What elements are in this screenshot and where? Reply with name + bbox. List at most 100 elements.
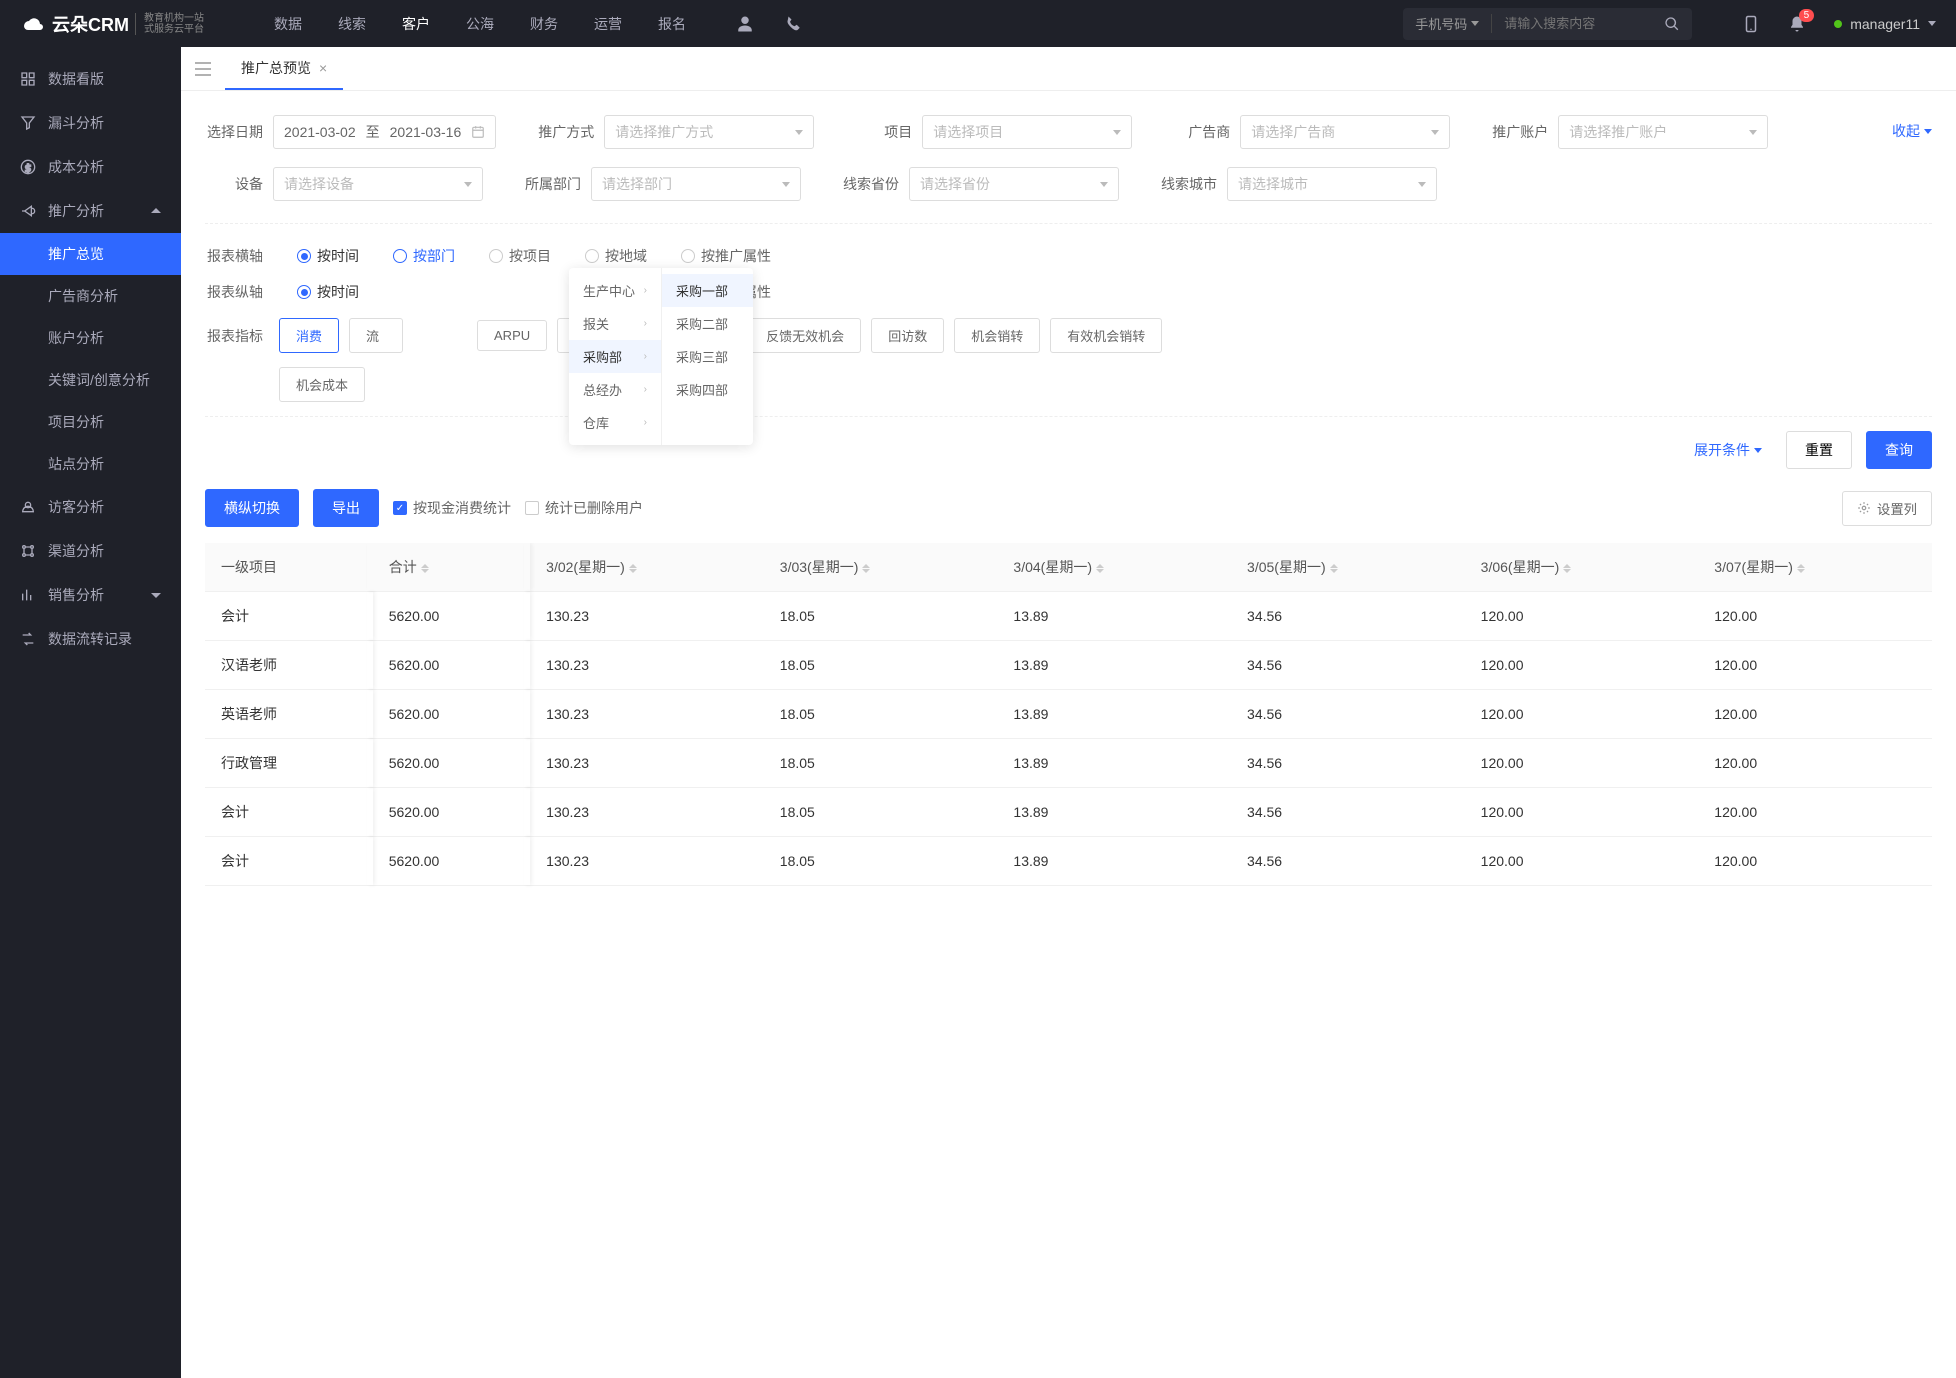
table-cell: 会计 xyxy=(205,837,373,886)
tab-overview[interactable]: 推广总预览 × xyxy=(225,47,343,90)
project-select[interactable]: 请选择项目 xyxy=(922,115,1132,149)
column-header[interactable]: 3/06(星期一) xyxy=(1465,543,1699,592)
brand-sub: 教育机构一站 式服务云平台 xyxy=(135,13,204,35)
metric-flow[interactable]: 流 xyxy=(349,318,403,353)
search-type-select[interactable]: 手机号码 xyxy=(1403,14,1492,33)
table-cell: 120.00 xyxy=(1698,739,1932,788)
search-input[interactable] xyxy=(1492,16,1652,31)
column-header[interactable]: 3/04(星期一) xyxy=(997,543,1231,592)
city-select[interactable]: 请选择城市 xyxy=(1227,167,1437,201)
cascader-item[interactable]: 采购部› xyxy=(569,340,661,373)
tab-label: 推广总预览 xyxy=(241,58,311,78)
metric-convert[interactable]: 机会销转 xyxy=(954,318,1040,353)
topnav-item[interactable]: 公海 xyxy=(466,14,494,34)
phone-icon[interactable] xyxy=(784,15,802,33)
notifications[interactable]: 5 xyxy=(1788,15,1806,33)
table-cell: 5620.00 xyxy=(373,592,530,641)
device-select[interactable]: 请选择设备 xyxy=(273,167,483,201)
sort-icon xyxy=(421,564,429,573)
table-toolbar: 横纵切换 导出 按现金消费统计 统计已删除用户 设置列 xyxy=(181,489,1956,543)
sidebar-item[interactable]: 数据流转记录 xyxy=(0,617,181,661)
tab-close-icon[interactable]: × xyxy=(319,60,327,76)
sidebar-sub-item[interactable]: 关键词/创意分析 xyxy=(48,359,181,401)
account-label: 推广账户 xyxy=(1490,122,1548,142)
sidebar-toggle[interactable] xyxy=(181,62,225,76)
sidebar-item[interactable]: 成本分析 xyxy=(0,145,181,189)
column-header[interactable]: 3/07(星期一) xyxy=(1698,543,1932,592)
metric-revisit[interactable]: 回访数 xyxy=(871,318,944,353)
sidebar-sub-item[interactable]: 账户分析 xyxy=(48,317,181,359)
h-axis-time[interactable]: 按时间 xyxy=(297,246,359,266)
collapse-filters[interactable]: 收起 xyxy=(1892,121,1932,141)
cascader-item[interactable]: 采购四部 xyxy=(662,373,753,406)
column-header[interactable]: 3/02(星期一) xyxy=(530,543,764,592)
v-axis-time[interactable]: 按时间 xyxy=(297,282,359,302)
column-settings-button[interactable]: 设置列 xyxy=(1842,491,1932,526)
h-axis-project[interactable]: 按项目 xyxy=(489,246,551,266)
export-button[interactable]: 导出 xyxy=(313,489,379,527)
sidebar-item[interactable]: 数据看版 xyxy=(0,57,181,101)
sidebar-item[interactable]: 访客分析 xyxy=(0,485,181,529)
column-header[interactable]: 合计 xyxy=(373,543,530,592)
h-axis-dept[interactable]: 按部门 xyxy=(393,246,455,266)
topnav-item[interactable]: 客户 xyxy=(402,14,430,34)
user-menu[interactable]: manager11 xyxy=(1834,16,1936,32)
sidebar-item[interactable]: 漏斗分析 xyxy=(0,101,181,145)
chevron-right-icon: › xyxy=(644,351,647,362)
column-header[interactable]: 3/03(星期一) xyxy=(764,543,998,592)
h-axis-attr[interactable]: 按推广属性 xyxy=(681,246,771,266)
topnav-item[interactable]: 数据 xyxy=(274,14,302,34)
metric-opp-cost[interactable]: 机会成本 xyxy=(279,367,365,402)
username: manager11 xyxy=(1850,16,1920,32)
h-axis-region[interactable]: 按地域 xyxy=(585,246,647,266)
topnav-item[interactable]: 线索 xyxy=(338,14,366,34)
search-button[interactable] xyxy=(1652,16,1692,32)
sidebar-sub-item[interactable]: 广告商分析 xyxy=(48,275,181,317)
topnav-item[interactable]: 报名 xyxy=(658,14,686,34)
province-select[interactable]: 请选择省份 xyxy=(909,167,1119,201)
cascader-item[interactable]: 采购一部 xyxy=(662,274,753,307)
menu-collapse-icon xyxy=(195,62,211,76)
device-icon[interactable] xyxy=(1742,15,1760,33)
dash-icon xyxy=(20,71,36,87)
query-button[interactable]: 查询 xyxy=(1866,431,1932,469)
switch-button[interactable]: 横纵切换 xyxy=(205,489,299,527)
cascader-item[interactable]: 仓库› xyxy=(569,406,661,439)
method-select[interactable]: 请选择推广方式 xyxy=(604,115,814,149)
column-header[interactable]: 一级项目 xyxy=(205,543,373,592)
cascader-item[interactable]: 报关› xyxy=(569,307,661,340)
logo: 云朵CRM 教育机构一站 式服务云平台 xyxy=(20,11,204,37)
cash-checkbox[interactable]: 按现金消费统计 xyxy=(393,498,511,518)
cascader-item[interactable]: 采购二部 xyxy=(662,307,753,340)
cascader-item[interactable]: 采购三部 xyxy=(662,340,753,373)
column-header[interactable]: 3/05(星期一) xyxy=(1231,543,1465,592)
topnav-item[interactable]: 财务 xyxy=(530,14,558,34)
sidebar-item[interactable]: 销售分析 xyxy=(0,573,181,617)
search-group: 手机号码 xyxy=(1403,8,1692,40)
sidebar-sub-item[interactable]: 项目分析 xyxy=(48,401,181,443)
table-cell: 行政管理 xyxy=(205,739,373,788)
advertiser-select[interactable]: 请选择广告商 xyxy=(1240,115,1450,149)
topnav-item[interactable]: 运营 xyxy=(594,14,622,34)
visitor-icon xyxy=(20,499,36,515)
cascader-item[interactable]: 生产中心› xyxy=(569,274,661,307)
sidebar-sub-item[interactable]: 站点分析 xyxy=(48,443,181,485)
filter-panel: 选择日期 2021-03-02 至 2021-03-16 推广方式 请选择推广方… xyxy=(181,91,1956,489)
person-icon[interactable] xyxy=(736,15,754,33)
sidebar-item[interactable]: 推广分析 xyxy=(0,189,181,233)
account-select[interactable]: 请选择推广账户 xyxy=(1558,115,1768,149)
deleted-checkbox[interactable]: 统计已删除用户 xyxy=(525,498,643,518)
dept-select[interactable]: 请选择部门 xyxy=(591,167,801,201)
expand-conditions[interactable]: 展开条件 xyxy=(1694,440,1762,460)
metric-arpu[interactable]: ARPU xyxy=(477,320,547,351)
metric-valid-convert[interactable]: 有效机会销转 xyxy=(1050,318,1162,353)
sidebar-sub-item[interactable]: 推广总览 xyxy=(0,233,181,275)
cascader-item[interactable]: 总经办› xyxy=(569,373,661,406)
date-range-picker[interactable]: 2021-03-02 至 2021-03-16 xyxy=(273,115,496,149)
reset-button[interactable]: 重置 xyxy=(1786,431,1852,469)
sidebar-item[interactable]: 渠道分析 xyxy=(0,529,181,573)
flow-icon xyxy=(20,631,36,647)
metric-invalid[interactable]: 反馈无效机会 xyxy=(749,318,861,353)
metric-consume[interactable]: 消费 xyxy=(279,318,339,353)
content: 推广总预览 × 选择日期 2021-03-02 至 2021-03-16 xyxy=(181,47,1956,1378)
